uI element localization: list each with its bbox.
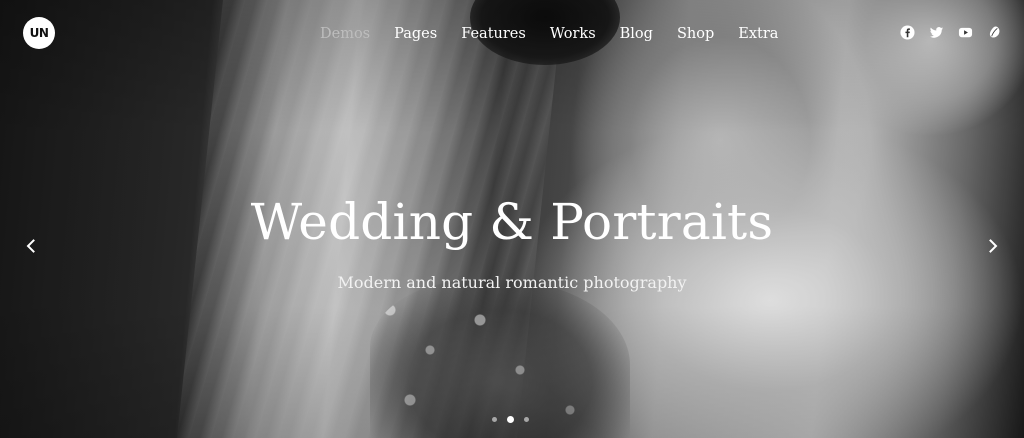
slider-prev-button[interactable] — [22, 236, 40, 256]
slider-dot-2[interactable] — [507, 416, 514, 423]
nav-item-pages[interactable]: Pages — [394, 24, 437, 44]
main-nav: Demos Pages Features Works Blog Shop Ext… — [320, 24, 802, 44]
slider-dot-3[interactable] — [524, 417, 529, 422]
nav-item-blog[interactable]: Blog — [620, 24, 653, 44]
hero-subtitle: Modern and natural romantic photography — [337, 273, 687, 292]
nav-item-demos[interactable]: Demos — [320, 24, 370, 44]
nav-item-shop[interactable]: Shop — [677, 24, 714, 44]
youtube-icon[interactable] — [958, 25, 973, 40]
slider-dot-1[interactable] — [492, 417, 497, 422]
social-links — [900, 25, 1002, 40]
nav-item-extra[interactable]: Extra — [738, 24, 778, 44]
slider-next-button[interactable] — [984, 236, 1002, 256]
dribbble-icon[interactable] — [987, 25, 1002, 40]
facebook-icon[interactable] — [900, 25, 915, 40]
twitter-icon[interactable] — [929, 25, 944, 40]
hero-title: Wedding & Portraits — [250, 193, 774, 251]
slider-pagination — [492, 416, 529, 423]
nav-item-works[interactable]: Works — [550, 24, 596, 44]
site-logo[interactable]: UN — [23, 17, 55, 49]
chevron-right-icon — [989, 239, 998, 253]
chevron-left-icon — [26, 239, 35, 253]
nav-item-features[interactable]: Features — [461, 24, 526, 44]
